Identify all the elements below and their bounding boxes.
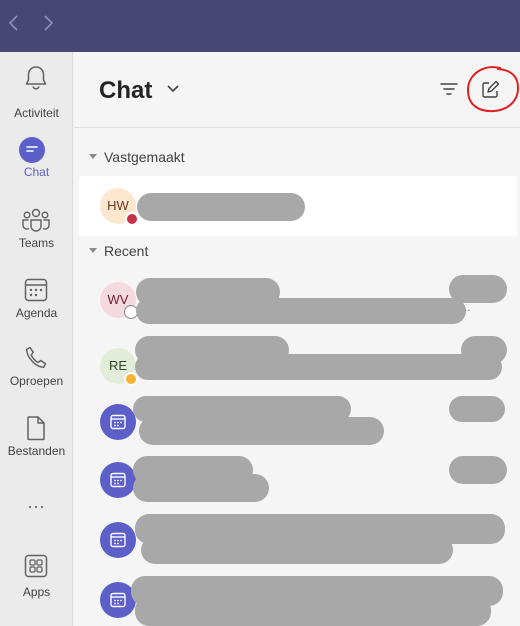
chat-row-pinned[interactable]: HW	[79, 176, 517, 236]
chat-header: Chat	[74, 52, 520, 128]
rail-label: Agenda	[15, 306, 58, 320]
filter-icon[interactable]	[440, 81, 458, 97]
busy-status-icon	[125, 212, 139, 226]
chat-row[interactable]	[79, 570, 517, 626]
chat-row[interactable]: RE	[79, 336, 517, 396]
chat-row[interactable]: WV ..	[79, 270, 517, 330]
chat-row[interactable]	[79, 392, 517, 452]
redacted-time	[449, 275, 507, 303]
avatar: RE	[100, 348, 138, 386]
more-apps-icon[interactable]: ...	[0, 492, 73, 513]
redacted-name	[137, 193, 305, 221]
section-label: Vastgemaakt	[104, 149, 185, 165]
chat-row[interactable]	[79, 510, 517, 570]
chevron-down-icon[interactable]	[166, 84, 180, 94]
preview-ellipsis: ..	[464, 300, 471, 314]
redacted-preview	[135, 596, 491, 626]
redacted-preview	[135, 354, 502, 380]
chat-list-panel: Chat Vastgemaakt HW Recent WV .. RE	[74, 52, 520, 626]
calendar-icon	[24, 278, 48, 302]
forward-arrow-icon[interactable]	[38, 12, 58, 34]
rail-item-activiteit[interactable]: Activiteit	[0, 64, 73, 128]
rail-label: Bestanden	[7, 444, 66, 458]
avatar: HW	[100, 188, 139, 226]
teams-icon	[22, 208, 50, 232]
rail-label: Oproepen	[9, 374, 64, 388]
meeting-icon	[110, 532, 126, 548]
annotation-circle	[466, 66, 520, 113]
title-bar	[0, 0, 520, 52]
redacted-preview	[141, 536, 453, 564]
avatar	[100, 462, 136, 498]
chat-row[interactable]	[79, 450, 517, 510]
redacted-preview	[139, 417, 384, 445]
caret-down-icon	[89, 248, 97, 253]
rail-label: Chat	[23, 165, 50, 179]
avatar	[100, 404, 136, 440]
rail-item-agenda[interactable]: Agenda	[0, 276, 73, 340]
back-arrow-icon[interactable]	[4, 12, 24, 34]
avatar	[100, 522, 136, 558]
rail-item-oproepen[interactable]: Oproepen	[0, 344, 73, 408]
page-title[interactable]: Chat	[99, 77, 152, 105]
chat-icon	[19, 137, 45, 163]
redacted-preview	[136, 298, 466, 324]
redacted-time	[449, 456, 507, 484]
rail-item-bestanden[interactable]: Bestanden	[0, 414, 73, 478]
rail-label: Apps	[22, 585, 51, 599]
rail-label: Teams	[18, 236, 55, 250]
meeting-icon	[110, 472, 126, 488]
away-status-icon	[124, 372, 138, 386]
redacted-time	[461, 336, 507, 364]
bell-icon	[25, 66, 47, 90]
avatar: WV	[100, 282, 138, 319]
rail-item-chat[interactable]: Chat	[0, 136, 73, 200]
app-rail: Activiteit Chat Teams Agenda Oproepen Be	[0, 52, 73, 626]
rail-label: Activiteit	[14, 106, 59, 120]
file-icon	[27, 416, 45, 441]
rail-item-teams[interactable]: Teams	[0, 206, 73, 270]
meeting-icon	[110, 414, 126, 430]
section-label: Recent	[104, 243, 149, 259]
phone-icon	[25, 346, 47, 369]
meeting-icon	[110, 592, 126, 608]
caret-down-icon	[89, 154, 97, 159]
redacted-time	[449, 396, 505, 422]
rail-item-apps[interactable]: Apps	[0, 552, 73, 616]
apps-icon	[24, 554, 48, 578]
redacted-preview	[133, 474, 269, 502]
